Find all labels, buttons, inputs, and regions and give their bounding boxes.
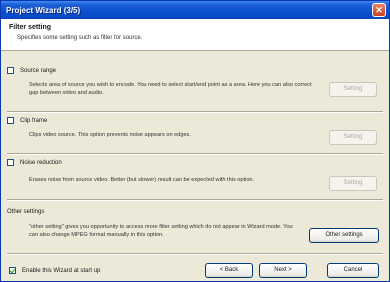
source-range-option[interactable]: Source range bbox=[7, 67, 56, 74]
next-button[interactable]: Next > bbox=[259, 263, 307, 278]
cancel-button[interactable]: Cancel bbox=[327, 263, 379, 278]
source-range-checkbox[interactable] bbox=[7, 67, 14, 74]
source-range-section: Source range Selects area of source you … bbox=[7, 67, 383, 107]
other-settings-button[interactable]: Other settings bbox=[309, 228, 379, 243]
noise-reduction-option[interactable]: Noise reduction bbox=[7, 159, 62, 166]
noise-reduction-description: Erases noise from source video. Better (… bbox=[29, 177, 255, 183]
close-icon[interactable]: ✕ bbox=[372, 3, 386, 17]
clip-frame-checkbox[interactable] bbox=[7, 117, 14, 124]
startup-checkbox[interactable] bbox=[9, 267, 16, 274]
clip-frame-setting-button[interactable]: Setting bbox=[329, 130, 377, 145]
clip-frame-option[interactable]: Clip frame bbox=[7, 117, 47, 124]
title-bar[interactable]: Project Wizard (3/5) ✕ bbox=[1, 1, 389, 19]
startup-option[interactable]: Enable this Wizard at start up bbox=[9, 267, 100, 274]
startup-label: Enable this Wizard at start up bbox=[22, 267, 101, 274]
noise-reduction-section: Noise reduction Erases noise from source… bbox=[7, 159, 383, 199]
clip-frame-label: Clip frame bbox=[20, 117, 48, 124]
divider bbox=[7, 111, 383, 113]
other-settings-description: "other setting" gives you opportunity to… bbox=[29, 224, 293, 238]
source-range-label: Source range bbox=[20, 67, 57, 74]
noise-reduction-setting-button[interactable]: Setting bbox=[329, 176, 377, 191]
source-range-setting-button[interactable]: Setting bbox=[329, 82, 377, 97]
page-title: Filter setting bbox=[9, 24, 52, 31]
divider bbox=[7, 153, 383, 155]
wizard-window: Project Wizard (3/5) ✕ Filter setting Sp… bbox=[0, 0, 390, 282]
divider bbox=[7, 199, 383, 201]
other-settings-label: Other settings bbox=[7, 209, 45, 215]
clip-frame-section: Clip frame Clips video source. This opti… bbox=[7, 117, 383, 153]
noise-reduction-label: Noise reduction bbox=[20, 159, 62, 166]
back-button[interactable]: < Back bbox=[205, 263, 253, 278]
divider bbox=[7, 253, 383, 255]
wizard-header: Filter setting Specifies some setting su… bbox=[1, 19, 389, 51]
window-title: Project Wizard (3/5) bbox=[6, 5, 81, 15]
page-subtitle: Specifies some setting such as filter fo… bbox=[17, 35, 143, 41]
noise-reduction-checkbox[interactable] bbox=[7, 159, 14, 166]
source-range-description: Selects area of source you wish to encod… bbox=[29, 82, 312, 96]
clip-frame-description: Clips video source. This option prevents… bbox=[29, 132, 191, 138]
